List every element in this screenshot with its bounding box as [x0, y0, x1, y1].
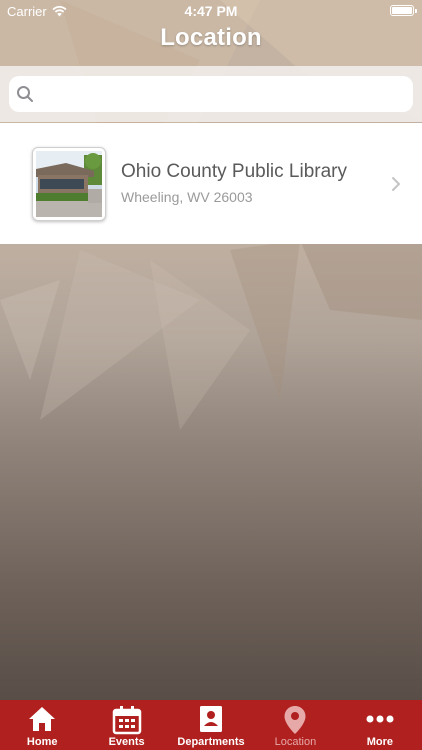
calendar-icon — [112, 706, 141, 735]
search-input[interactable] — [9, 76, 413, 112]
clock: 4:47 PM — [184, 3, 238, 19]
search-icon — [17, 86, 33, 102]
search-bar — [0, 66, 422, 122]
more-icon — [366, 715, 394, 723]
tab-label: Events — [108, 736, 145, 748]
page-title: Location — [160, 24, 262, 51]
location-pin-icon — [284, 706, 306, 734]
status-bar: Carrier 4:47 PM — [0, 0, 422, 22]
tab-label: Location — [274, 736, 317, 748]
tab-departments[interactable]: Departments — [169, 700, 253, 750]
tab-home[interactable]: Home — [0, 700, 84, 750]
battery-icon — [390, 5, 417, 16]
tab-label: Home — [26, 736, 58, 748]
location-row[interactable]: Ohio County Public Library Wheeling, WV … — [0, 123, 422, 244]
tab-label: More — [366, 736, 393, 748]
tab-bar: Home Events Departments Location More — [0, 700, 422, 750]
tab-location[interactable]: Location — [253, 700, 337, 750]
location-address: Wheeling, WV 26003 — [121, 189, 253, 205]
location-name: Ohio County Public Library — [121, 161, 347, 182]
tab-label: Departments — [177, 736, 245, 748]
tab-more[interactable]: More — [338, 700, 422, 750]
home-icon — [29, 707, 56, 731]
location-list: Ohio County Public Library Wheeling, WV … — [0, 123, 422, 244]
chevron-right-icon — [392, 177, 400, 191]
badge-icon — [200, 706, 223, 732]
tab-events[interactable]: Events — [84, 700, 168, 750]
location-thumbnail — [32, 147, 106, 221]
